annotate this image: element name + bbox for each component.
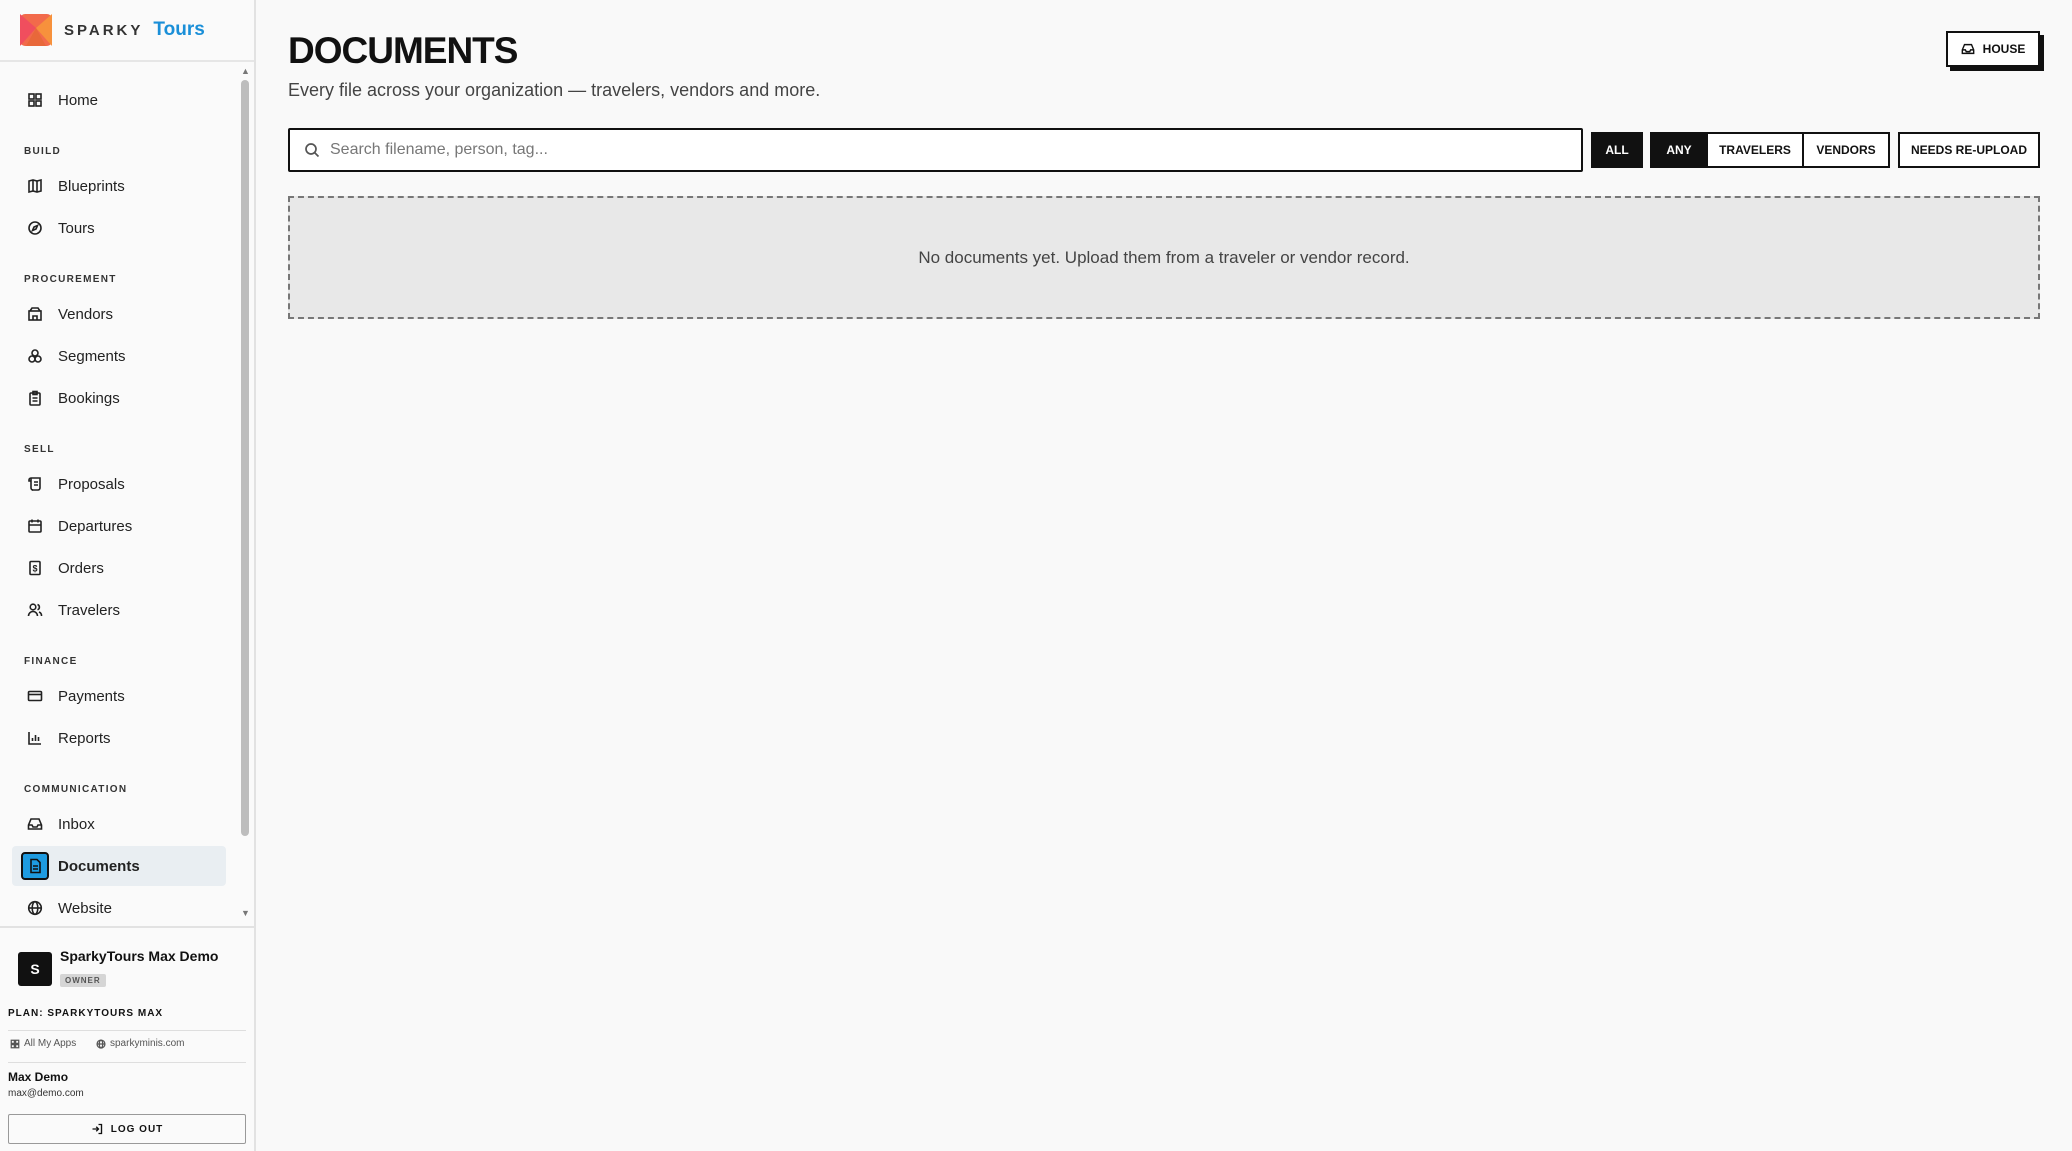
- sidebar-item-label: Tours: [58, 219, 95, 237]
- users-icon: [26, 601, 44, 619]
- sidebar-item-label: Payments: [58, 687, 125, 705]
- filter-travelers[interactable]: TRAVELERS: [1706, 132, 1804, 168]
- brand-logo-icon: [20, 14, 52, 46]
- brand-name-sparky: SPARKY: [64, 21, 144, 39]
- clipboard-icon: [26, 389, 44, 407]
- divider: [8, 1062, 246, 1063]
- svg-text:$: $: [32, 564, 37, 574]
- site-label: sparkyminis.com: [110, 1038, 185, 1049]
- sidebar-item-label: Website: [58, 899, 112, 917]
- empty-state: No documents yet. Upload them from a tra…: [288, 196, 2040, 319]
- sidebar-item-website[interactable]: Website: [12, 888, 226, 924]
- sidebar-item-vendors[interactable]: Vendors: [12, 294, 226, 334]
- filter-needs-reupload[interactable]: NEEDS RE-UPLOAD: [1898, 132, 2040, 168]
- sidebar-item-label: Reports: [58, 729, 111, 747]
- sidebar-nav: Home BUILD Blueprints Tours PROCUREMENT …: [0, 64, 240, 924]
- house-button[interactable]: HOUSE: [1946, 31, 2040, 67]
- document-icon: [21, 852, 49, 880]
- sidebar-item-label: Home: [58, 91, 99, 109]
- brand[interactable]: SPARKY Tours: [0, 0, 254, 62]
- sidebar-item-home[interactable]: Home: [12, 80, 226, 120]
- sidebar-item-label: Orders: [58, 559, 104, 577]
- scroll-up-arrow-icon[interactable]: ▲: [241, 66, 250, 76]
- compass-icon: [26, 219, 44, 237]
- sidebar-item-payments[interactable]: Payments: [12, 676, 226, 716]
- circles-icon: [26, 347, 44, 365]
- sidebar-item-proposals[interactable]: Proposals: [12, 464, 226, 504]
- sidebar-item-label: Departures: [58, 517, 133, 535]
- all-apps-link[interactable]: All My Apps: [10, 1038, 76, 1049]
- section-communication: COMMUNICATION: [24, 784, 128, 795]
- sidebar-item-blueprints[interactable]: Blueprints: [12, 166, 226, 206]
- user-email: max@demo.com: [8, 1088, 84, 1099]
- receipt-dollar-icon: $: [26, 559, 44, 577]
- org-name: SparkyTours Max Demo: [60, 948, 219, 964]
- sidebar-item-documents[interactable]: Documents: [12, 846, 226, 886]
- sidebar-item-label: Vendors: [58, 305, 114, 323]
- divider: [8, 1030, 246, 1031]
- sidebar-item-tours[interactable]: Tours: [12, 208, 226, 248]
- filter-any[interactable]: ANY: [1650, 132, 1708, 168]
- role-badge: OWNER: [60, 974, 106, 987]
- user-name: Max Demo: [8, 1070, 69, 1084]
- sidebar-item-reports[interactable]: Reports: [12, 718, 226, 758]
- account-panel: S SparkyTours Max Demo OWNER PLAN: SPARK…: [0, 926, 256, 1151]
- scroll-down-arrow-icon[interactable]: ▼: [241, 908, 250, 918]
- logout-icon: [92, 1123, 102, 1135]
- section-finance: FINANCE: [24, 656, 78, 667]
- page-title: DOCUMENTS: [288, 30, 518, 71]
- logout-button[interactable]: LOG OUT: [8, 1114, 246, 1144]
- sidebar-item-label: Documents: [58, 857, 140, 875]
- sidebar-scrollbar[interactable]: [241, 80, 249, 836]
- section-sell: SELL: [24, 444, 55, 455]
- sidebar: SPARKY Tours ▲ ▼ Home BUILD Blueprints T…: [0, 0, 256, 1151]
- sidebar-item-label: Segments: [58, 347, 126, 365]
- org-avatar[interactable]: S: [18, 952, 52, 986]
- sidebar-item-label: Proposals: [58, 475, 125, 493]
- plan-label: PLAN: SPARKYTOURS MAX: [8, 1008, 164, 1019]
- inbox-tray-icon: [1961, 43, 1975, 55]
- site-link[interactable]: sparkyminis.com: [96, 1038, 184, 1049]
- sidebar-item-label: Travelers: [58, 601, 120, 619]
- house-button-label: HOUSE: [1982, 42, 2026, 56]
- map-icon: [26, 177, 44, 195]
- globe-icon: [26, 899, 44, 917]
- inbox-icon: [26, 815, 44, 833]
- grid-icon: [26, 91, 44, 109]
- all-apps-label: All My Apps: [24, 1038, 77, 1049]
- sidebar-item-label: Bookings: [58, 389, 120, 407]
- scroll-icon: [26, 475, 44, 493]
- logout-label: LOG OUT: [110, 1123, 164, 1135]
- sidebar-item-bookings[interactable]: Bookings: [12, 378, 226, 418]
- filter-all[interactable]: ALL: [1591, 132, 1643, 168]
- search-input[interactable]: [330, 141, 1530, 159]
- calendar-icon: [26, 517, 44, 535]
- sidebar-item-travelers[interactable]: Travelers: [12, 590, 226, 630]
- search-box[interactable]: [288, 128, 1583, 172]
- brand-name-tours: Tours: [153, 19, 205, 40]
- sidebar-item-departures[interactable]: Departures: [12, 506, 226, 546]
- sidebar-item-label: Blueprints: [58, 177, 125, 195]
- section-procurement: PROCUREMENT: [24, 274, 117, 285]
- grid-small-icon: [10, 1039, 20, 1048]
- bar-chart-icon: [26, 729, 44, 747]
- page-subtitle: Every file across your organization — tr…: [288, 80, 821, 100]
- filter-vendors[interactable]: VENDORS: [1802, 132, 1890, 168]
- section-build: BUILD: [24, 146, 62, 157]
- sidebar-item-inbox[interactable]: Inbox: [12, 804, 226, 844]
- building-icon: [26, 305, 44, 323]
- sidebar-item-label: Inbox: [58, 815, 95, 833]
- sidebar-item-orders[interactable]: $ Orders: [12, 548, 226, 588]
- search-icon: [305, 143, 320, 158]
- globe-small-icon: [96, 1038, 106, 1049]
- credit-card-icon: [26, 687, 44, 705]
- sidebar-item-segments[interactable]: Segments: [12, 336, 226, 376]
